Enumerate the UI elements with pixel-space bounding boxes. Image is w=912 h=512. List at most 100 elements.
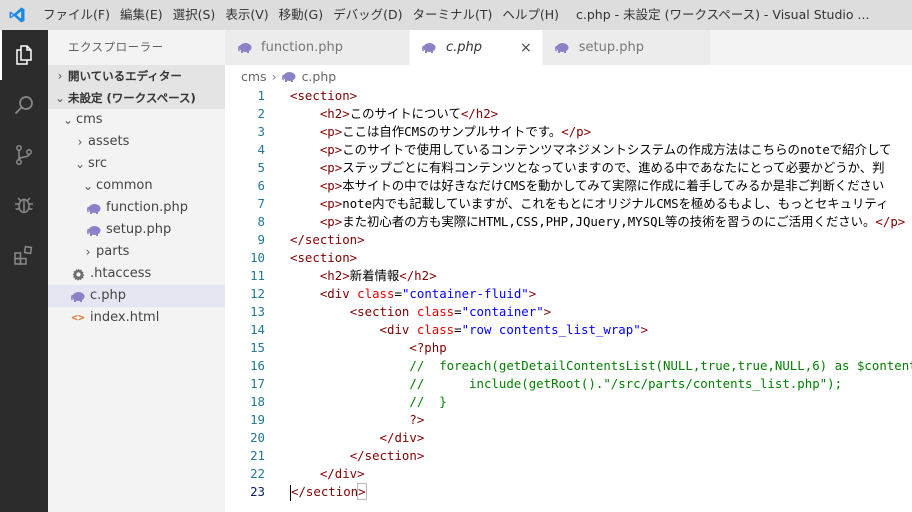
breadcrumb-folder[interactable]: cms — [241, 69, 267, 84]
file-label: setup.php — [106, 222, 172, 237]
line-number: 21 — [250, 448, 265, 463]
line-number: 16 — [250, 358, 265, 373]
breadcrumb-file[interactable]: c.php — [302, 69, 337, 84]
code-line[interactable]: 7 <p>note内でも記載していますが、これをもとにオリジナルCMSを極めるも… — [225, 195, 912, 213]
line-number: 7 — [257, 196, 265, 211]
code-line[interactable]: 6 <p>本サイトの中では好きなだけCMSを動かしてみて実際に作成に着手してみる… — [225, 177, 912, 195]
folder-label: src — [88, 156, 107, 171]
tree-folder-common[interactable]: ⌄ common — [48, 175, 225, 197]
open-editors-section[interactable]: › 開いているエディター — [48, 65, 225, 87]
code-line[interactable]: 1 <section> — [225, 87, 912, 105]
tree-file-htaccess[interactable]: .htaccess — [48, 263, 225, 285]
line-number: 1 — [257, 88, 265, 103]
code-line[interactable]: 2 <h2>このサイトについて</h2> — [225, 105, 912, 123]
code-text: <p>また初心者の方も実際にHTML,CSS,PHP,JQuery,MYSQL等… — [319, 214, 906, 229]
chevron-down-icon: ⌄ — [82, 179, 94, 193]
menu-terminal[interactable]: ターミナル(T) — [407, 0, 497, 30]
code-text: </div> — [379, 430, 425, 445]
close-icon[interactable]: × — [520, 40, 532, 56]
line-number: 19 — [250, 412, 265, 427]
chevron-down-icon: ⌄ — [62, 113, 74, 127]
tree-file-index-html[interactable]: <> index.html — [48, 307, 225, 329]
folder-label: cms — [76, 112, 103, 127]
code-line[interactable]: 5 <p>ステップごとに有料コンテンツとなっていますので、進める中であなたにとっ… — [225, 159, 912, 177]
code-editor[interactable]: 1 <section> 2 <h2>このサイトについて</h2> 3 <p>ここは自作… — [225, 87, 912, 512]
code-line[interactable]: 21 </section> — [225, 447, 912, 465]
line-number: 13 — [250, 304, 265, 319]
tree-folder-cms[interactable]: ⌄ cms — [48, 109, 225, 131]
extensions-icon[interactable] — [0, 230, 48, 280]
code-line[interactable]: 10 <section> — [225, 249, 912, 267]
search-icon[interactable] — [0, 80, 48, 130]
tab-c-php[interactable]: c.php × — [409, 30, 543, 65]
gear-icon — [70, 266, 86, 282]
open-editors-label: 開いているエディター — [68, 69, 182, 83]
php-elephant-icon — [555, 40, 571, 56]
line-number: 10 — [250, 250, 265, 265]
menu-help[interactable]: ヘルプ(H) — [497, 0, 564, 30]
code-line[interactable]: 22 </div> — [225, 465, 912, 483]
tree-file-setup-php[interactable]: setup.php — [48, 219, 225, 241]
code-line[interactable]: 3 <p>ここは自作CMSのサンプルサイトです。</p> — [225, 123, 912, 141]
code-line[interactable]: 19 ?> — [225, 411, 912, 429]
breadcrumb: cms › c.php — [225, 65, 912, 87]
tree-folder-src[interactable]: ⌄ src — [48, 153, 225, 175]
tab-label: c.php — [445, 40, 483, 55]
code-line[interactable]: 15 <?php — [225, 339, 912, 357]
chevron-right-icon: › — [77, 135, 83, 149]
code-line[interactable]: 18 // } — [225, 393, 912, 411]
source-control-icon[interactable] — [0, 130, 48, 180]
tab-label: setup.php — [578, 40, 644, 55]
code-text: <p>このサイトで使用しているコンテンツマネジメントシステムの作成方法はこちらの… — [319, 142, 892, 157]
php-elephant-icon — [86, 200, 102, 216]
debug-icon[interactable] — [0, 180, 48, 230]
tree-file-function-php[interactable]: function.php — [48, 197, 225, 219]
code-line[interactable]: 8 <p>また初心者の方も実際にHTML,CSS,PHP,JQuery,MYSQ… — [225, 213, 912, 231]
menu-go[interactable]: 移動(G) — [274, 0, 328, 30]
menu-file[interactable]: ファイル(F) — [34, 0, 115, 30]
explorer-header: エクスプローラー — [68, 40, 164, 54]
code-line[interactable]: 11 <h2>新着情報</h2> — [225, 267, 912, 285]
code-text: <section> — [290, 250, 358, 265]
file-label: .htaccess — [90, 266, 152, 281]
tab-setup-php[interactable]: setup.php — [542, 30, 711, 65]
code-text: <p>ここは自作CMSのサンプルサイトです。</p> — [319, 124, 592, 139]
workspace-section[interactable]: ⌄ 未設定 (ワークスペース) — [48, 87, 225, 109]
code-line[interactable]: 9 </section> — [225, 231, 912, 249]
tab-function-php[interactable]: function.php — [225, 30, 410, 65]
code-line[interactable]: 4 <p>このサイトで使用しているコンテンツマネジメントシステムの作成方法はこち… — [225, 141, 912, 159]
menu-edit[interactable]: 編集(E) — [115, 0, 168, 30]
line-number: 11 — [250, 268, 265, 283]
menu-view[interactable]: 表示(V) — [220, 0, 273, 30]
folder-label: parts — [96, 244, 130, 259]
menu-selection[interactable]: 選択(S) — [168, 0, 221, 30]
line-number: 8 — [257, 214, 265, 229]
tree-folder-parts[interactable]: › parts — [48, 241, 225, 263]
line-number: 9 — [257, 232, 265, 247]
code-text: </section> — [290, 483, 367, 501]
line-number: 12 — [250, 286, 265, 301]
tree-folder-assets[interactable]: › assets — [48, 131, 225, 153]
explorer-sidebar: エクスプローラー › 開いているエディター ⌄ 未設定 (ワークスペース) ⌄ … — [48, 30, 225, 512]
line-number: 4 — [257, 142, 265, 157]
window-title: c.php - 未設定 (ワークスペース) - Visual Studio ..… — [576, 7, 870, 22]
code-line[interactable]: 17 // include(getRoot()."/src/parts/cont… — [225, 375, 912, 393]
workspace-label: 未設定 (ワークスペース) — [68, 91, 196, 105]
code-text: </section> — [349, 448, 425, 463]
file-label: index.html — [90, 310, 160, 325]
code-line[interactable]: 16 // foreach(getDetailContentsList(NULL… — [225, 357, 912, 375]
file-label: function.php — [106, 200, 188, 215]
code-line[interactable]: 14 <div class="row contents_list_wrap"> — [225, 321, 912, 339]
code-line[interactable]: 13 <section class="container"> — [225, 303, 912, 321]
explorer-icon[interactable] — [0, 30, 48, 80]
code-line[interactable]: 20 </div> — [225, 429, 912, 447]
code-text: <p>ステップごとに有料コンテンツとなっていますので、進める中であなたにとって必… — [319, 160, 885, 175]
file-label: c.php — [90, 288, 127, 303]
code-line[interactable]: 23 </section> — [225, 483, 912, 501]
code-text: <p>note内でも記載していますが、これをもとにオリジナルCMSを極めるもよし… — [319, 196, 889, 211]
folder-label: common — [96, 178, 153, 193]
tree-file-c-php[interactable]: c.php — [48, 285, 225, 307]
menu-debug[interactable]: デバッグ(D) — [328, 0, 407, 30]
code-line[interactable]: 12 <div class="container-fluid"> — [225, 285, 912, 303]
php-elephant-icon — [237, 40, 253, 56]
